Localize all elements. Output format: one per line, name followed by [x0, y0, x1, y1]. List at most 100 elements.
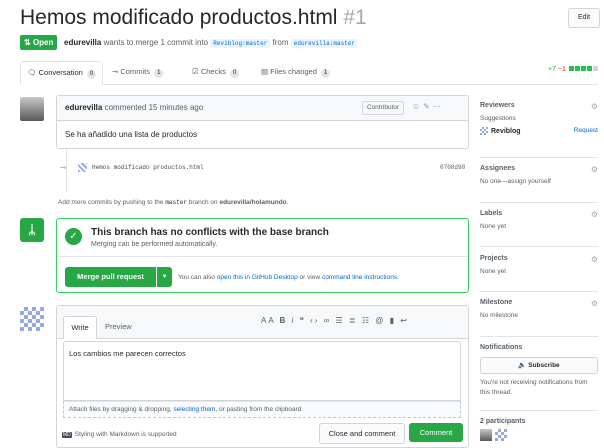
- comment-textarea[interactable]: Los cambios me parecen correctos: [63, 341, 461, 401]
- italic-icon[interactable]: i: [291, 316, 295, 325]
- select-files-link[interactable]: selecting them: [173, 406, 215, 413]
- tab-checks[interactable]: ☑ Checks 0: [192, 61, 240, 83]
- task-list-icon[interactable]: ☷: [362, 316, 371, 325]
- reply-icon[interactable]: ↩: [400, 316, 409, 325]
- diffstat-bar: [586, 66, 592, 71]
- attach-post: , or pasting from the clipboard.: [215, 406, 304, 413]
- hint-mid: branch on: [186, 199, 220, 206]
- sidebar-reviewers: Reviewers ⚙ Suggestions Reviblog Request: [480, 102, 598, 135]
- link-icon[interactable]: ∞: [324, 316, 332, 325]
- merge-alt-post: .: [397, 274, 399, 281]
- subscribe-button[interactable]: 🔈 Subscribe: [480, 357, 598, 374]
- sidebar-participants: 2 participants: [480, 418, 598, 443]
- checks-icon: ☑: [192, 67, 199, 76]
- add-reaction-icon[interactable]: ☺: [412, 102, 423, 111]
- reviewer-name[interactable]: Reviblog: [491, 128, 521, 135]
- commit-avatar[interactable]: [78, 163, 87, 172]
- participant-avatar[interactable]: [480, 429, 492, 441]
- projects-title[interactable]: Projects: [480, 255, 598, 262]
- labels-title[interactable]: Labels: [480, 210, 598, 217]
- tab-write[interactable]: Write: [63, 316, 97, 339]
- bookmark-icon[interactable]: ▮: [390, 316, 396, 325]
- tab-checks-count: 0: [229, 69, 240, 78]
- markdown-note[interactable]: MD Styling with Markdown is supported: [62, 431, 177, 438]
- divider: [480, 246, 598, 247]
- sidebar-labels: Labels ⚙ None yet: [480, 210, 598, 230]
- assignees-title[interactable]: Assignees: [480, 165, 598, 172]
- participant-avatar[interactable]: [495, 429, 507, 441]
- merge-icon: ᛦ: [20, 218, 44, 242]
- request-review-link[interactable]: Request: [574, 127, 598, 134]
- comment-body: Se ha añadido una lista de productos: [65, 130, 198, 139]
- merge-box: ✓ This branch has no conflicts with the …: [56, 218, 469, 293]
- diffstat-bar: [574, 66, 580, 71]
- edit-button[interactable]: Edit: [568, 8, 600, 28]
- divider: [480, 157, 598, 158]
- sidebar-notifications: Notifications 🔈 Subscribe You're not rec…: [480, 344, 598, 398]
- comment-author-line: edurevilla commented 15 minutes ago: [65, 103, 203, 112]
- merge-method-dropdown[interactable]: ▼: [157, 267, 172, 287]
- edit-pencil-icon[interactable]: ✎: [423, 102, 433, 111]
- gear-icon[interactable]: ⚙: [591, 255, 598, 264]
- head-branch[interactable]: edurevilla:master: [290, 39, 358, 48]
- quote-icon[interactable]: ❝: [300, 316, 306, 325]
- command-line-link[interactable]: command line instructions: [322, 274, 397, 281]
- bullet-list-icon[interactable]: ☰: [336, 316, 345, 325]
- tab-conversation[interactable]: 🗨 Conversation 0: [20, 61, 104, 85]
- divider: [480, 410, 598, 411]
- header-icon[interactable]: AA: [261, 316, 275, 325]
- participants-title: 2 participants: [480, 418, 526, 425]
- notifications-title: Notifications: [480, 344, 523, 351]
- deletions: −1: [557, 66, 566, 73]
- base-branch[interactable]: Reviblog:master: [210, 39, 271, 48]
- pr-author-link[interactable]: edurevilla: [64, 38, 101, 47]
- bold-icon[interactable]: B: [279, 316, 287, 325]
- gear-icon[interactable]: ⚙: [591, 165, 598, 174]
- diffstat: +7 −1: [548, 66, 598, 73]
- code-icon[interactable]: ‹›: [310, 316, 319, 325]
- tab-files-count: 1: [320, 69, 331, 78]
- speaker-icon: 🔈: [518, 362, 527, 369]
- numbered-list-icon[interactable]: ≣: [349, 316, 358, 325]
- tab-commits[interactable]: ⊸ Commits 1: [112, 61, 164, 83]
- mention-icon[interactable]: @: [375, 316, 385, 325]
- comment-header: edurevilla commented 15 minutes ago Cont…: [57, 96, 468, 121]
- status-badge: ⇅ Open: [20, 35, 58, 50]
- markdown-icon: MD: [62, 432, 72, 438]
- merge-status-subtitle: Merging can be performed automatically.: [91, 241, 218, 248]
- commit-node-icon: ⊸: [60, 163, 67, 172]
- reviewers-title[interactable]: Reviewers: [480, 102, 598, 109]
- labels-value: None yet: [480, 223, 507, 230]
- avatar[interactable]: [20, 97, 44, 121]
- tab-files-label: Files changed: [270, 67, 317, 76]
- editor-header: Write Preview AA B i ❝ ‹› ∞ ☰ ≣ ☷ @ ▮ ↩: [57, 306, 468, 339]
- tab-checks-label: Checks: [200, 67, 226, 76]
- close-and-comment-button[interactable]: Close and comment: [319, 423, 405, 444]
- comment-author[interactable]: edurevilla: [65, 103, 102, 112]
- current-user-avatar[interactable]: [20, 307, 44, 331]
- diffstat-bar: [580, 66, 586, 71]
- additions: +7: [548, 66, 556, 73]
- gear-icon[interactable]: ⚙: [591, 102, 598, 111]
- commit-message[interactable]: Hemos modificado productos.html: [92, 164, 204, 171]
- assignees-value[interactable]: No one—assign yourself: [480, 178, 598, 185]
- commit-sha[interactable]: 0708d98: [440, 164, 465, 171]
- gear-icon[interactable]: ⚙: [591, 210, 598, 219]
- divider: [480, 291, 598, 292]
- gear-icon[interactable]: ⚙: [591, 299, 598, 308]
- comment-button[interactable]: Comment: [409, 423, 463, 442]
- open-desktop-link[interactable]: open this in GitHub Desktop: [217, 274, 298, 281]
- milestone-title[interactable]: Milestone: [480, 299, 598, 306]
- reviewer-row: Reviblog Request: [480, 127, 598, 135]
- tab-preview[interactable]: Preview: [105, 322, 132, 331]
- tab-files-changed[interactable]: ▤ Files changed 1: [261, 61, 331, 83]
- sidebar-milestone: Milestone ⚙ No milestone: [480, 299, 598, 319]
- pr-number: #1: [343, 6, 367, 29]
- comment-time[interactable]: commented 15 minutes ago: [102, 103, 204, 112]
- merge-pull-request-button[interactable]: Merge pull request: [65, 267, 156, 287]
- attach-files-area[interactable]: Attach files by dragging & dropping, sel…: [63, 401, 461, 418]
- merge-status-title: This branch has no conflicts with the ba…: [91, 227, 329, 238]
- sidebar-projects: Projects ⚙ None yet: [480, 255, 598, 275]
- kebab-icon[interactable]: ⋯: [433, 102, 444, 111]
- check-icon: ✓: [65, 228, 82, 245]
